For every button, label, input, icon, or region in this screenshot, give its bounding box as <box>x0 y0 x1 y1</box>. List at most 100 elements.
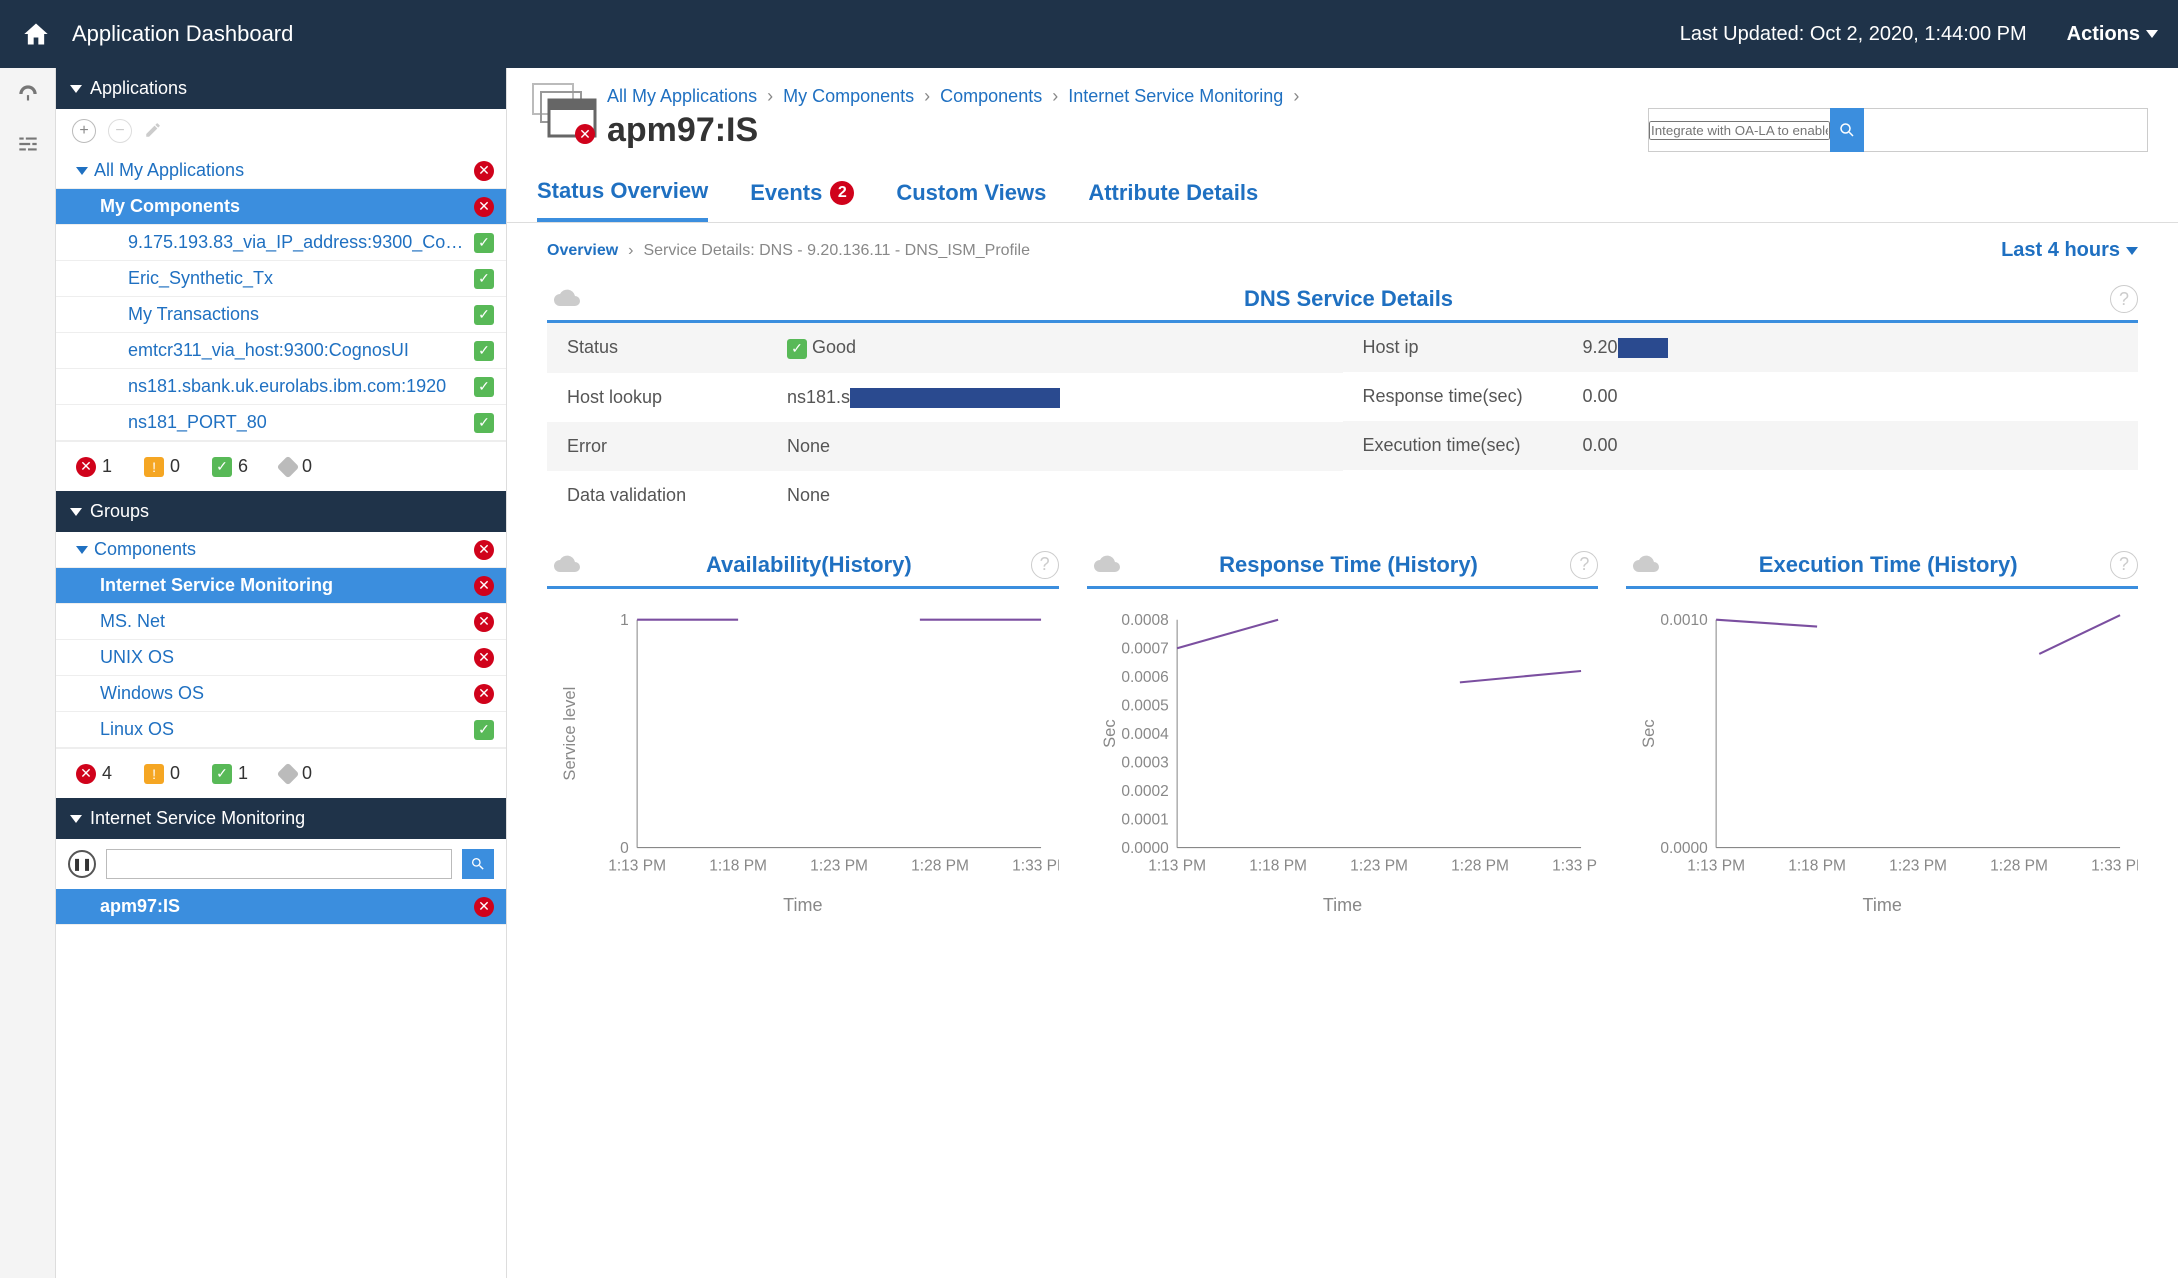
app-label: emtcr311_via_host:9300:CognosUI <box>128 340 409 361</box>
ism-label: Internet Service Monitoring <box>90 808 305 829</box>
sidebar-item-component[interactable]: MS. Net ✕ <box>56 604 506 640</box>
sidebar-item-app[interactable]: emtcr311_via_host:9300:CognosUI ✓ <box>56 333 506 369</box>
actions-menu[interactable]: Actions <box>2067 23 2158 46</box>
app-label: 9.175.193.83_via_IP_address:9300_Cog... <box>128 232 468 253</box>
actions-label: Actions <box>2067 23 2140 46</box>
svg-text:0.0002: 0.0002 <box>1121 783 1168 800</box>
dashboard-icon[interactable] <box>12 78 44 110</box>
ok-status-icon: ✓ <box>787 339 807 359</box>
breadcrumb-item[interactable]: My Components <box>783 86 914 107</box>
settings-sliders-icon[interactable] <box>12 128 44 160</box>
warn-status-icon: ! <box>144 764 164 784</box>
comp-status-summary: ✕4 !0 ✓1 0 <box>56 748 506 798</box>
sidebar-item-component[interactable]: UNIX OS ✕ <box>56 640 506 676</box>
remove-button[interactable]: − <box>108 119 132 143</box>
sidebar-item-app[interactable]: Eric_Synthetic_Tx ✓ <box>56 261 506 297</box>
sidebar-item-my-components[interactable]: My Components ✕ <box>56 189 506 225</box>
sidebar-item-app[interactable]: My Transactions ✓ <box>56 297 506 333</box>
kv-row: Execution time(sec) 0.00 <box>1343 421 2139 470</box>
overview-link[interactable]: Overview <box>547 242 618 260</box>
tab-custom-views[interactable]: Custom Views <box>896 170 1046 222</box>
err-count: 1 <box>102 456 112 477</box>
svg-text:1:33 PM: 1:33 PM <box>1552 857 1599 874</box>
sidebar-item-component[interactable]: Internet Service Monitoring ✕ <box>56 568 506 604</box>
error-status-icon: ✕ <box>474 897 494 917</box>
sidebar-section-groups[interactable]: Groups <box>56 491 506 532</box>
cloud-icon <box>1087 550 1127 580</box>
help-icon[interactable]: ? <box>1031 551 1059 579</box>
sidebar-item-components[interactable]: Components ✕ <box>56 532 506 568</box>
svg-text:1:13 PM: 1:13 PM <box>608 857 666 874</box>
page-header-title: Application Dashboard <box>72 21 293 47</box>
x-axis-label: Time <box>1626 889 2138 916</box>
log-search-input[interactable] <box>1649 121 1830 140</box>
ism-search-input[interactable] <box>106 849 452 879</box>
kv-key: Error <box>547 422 767 471</box>
availability-chart-panel: Availability(History) ? 011:13 PM1:18 PM… <box>547 544 1059 916</box>
svg-text:0.0008: 0.0008 <box>1121 612 1168 629</box>
add-button[interactable]: + <box>72 119 96 143</box>
search-button[interactable] <box>1830 108 1864 152</box>
sidebar-section-applications[interactable]: Applications <box>56 68 506 109</box>
tab-status-overview[interactable]: Status Overview <box>537 170 708 222</box>
svg-text:1:33 PM: 1:33 PM <box>1012 857 1059 874</box>
component-label: MS. Net <box>100 611 165 632</box>
svg-text:0.0010: 0.0010 <box>1661 612 1709 629</box>
unknown-status-icon <box>277 455 300 478</box>
ok-count: 6 <box>238 456 248 477</box>
ism-item-label: apm97:IS <box>100 896 180 917</box>
pause-button[interactable]: ❚❚ <box>68 850 96 878</box>
warn-count: 0 <box>170 763 180 784</box>
tab-events[interactable]: Events 2 <box>750 170 854 222</box>
err-count: 4 <box>102 763 112 784</box>
ok-status-icon: ✓ <box>474 341 494 361</box>
breadcrumb-item[interactable]: Internet Service Monitoring <box>1068 86 1283 107</box>
svg-text:0.0004: 0.0004 <box>1121 726 1169 743</box>
chevron-down-icon <box>2126 247 2138 255</box>
sidebar-item-all-my-applications[interactable]: All My Applications ✕ <box>56 153 506 189</box>
kv-value: 0.00 <box>1583 435 1618 455</box>
panel-title: Availability(History) <box>587 552 1031 578</box>
sidebar-item-component[interactable]: Linux OS ✓ <box>56 712 506 748</box>
error-status-icon: ✕ <box>76 764 96 784</box>
help-icon[interactable]: ? <box>2110 285 2138 313</box>
err-status-icon: ✕ <box>474 576 494 596</box>
svg-text:1:18 PM: 1:18 PM <box>709 857 767 874</box>
sidebar-item-app[interactable]: 9.175.193.83_via_IP_address:9300_Cog... … <box>56 225 506 261</box>
chevron-down-icon <box>70 85 82 93</box>
sidebar-section-ism[interactable]: Internet Service Monitoring <box>56 798 506 839</box>
chevron-down-icon <box>76 167 88 175</box>
svg-text:1:28 PM: 1:28 PM <box>1991 857 2049 874</box>
sidebar-item-app[interactable]: ns181_PORT_80 ✓ <box>56 405 506 441</box>
tab-label: Attribute Details <box>1088 180 1258 206</box>
response-time-chart-panel: Response Time (History) ? 0.00000.00010.… <box>1087 544 1599 916</box>
cloud-icon <box>1626 550 1666 580</box>
app-label: Eric_Synthetic_Tx <box>128 268 273 289</box>
help-icon[interactable]: ? <box>2110 551 2138 579</box>
components-label: Components <box>94 539 196 560</box>
sidebar-item-app[interactable]: ns181.sbank.uk.eurolabs.ibm.com:1920 ✓ <box>56 369 506 405</box>
err-status-icon: ✕ <box>474 684 494 704</box>
tab-label: Status Overview <box>537 178 708 204</box>
tab-attribute-details[interactable]: Attribute Details <box>1088 170 1258 222</box>
sidebar-item-component[interactable]: Windows OS ✕ <box>56 676 506 712</box>
help-icon[interactable]: ? <box>1570 551 1598 579</box>
kv-key: Data validation <box>547 471 767 520</box>
charts-row: Availability(History) ? 011:13 PM1:18 PM… <box>547 544 2138 916</box>
error-status-icon: ✕ <box>474 161 494 181</box>
edit-icon[interactable] <box>144 121 162 142</box>
breadcrumb-item[interactable]: All My Applications <box>607 86 757 107</box>
left-icon-rail <box>0 68 56 1278</box>
tab-label: Events <box>750 180 822 206</box>
unk-count: 0 <box>302 456 312 477</box>
kv-value: 0.00 <box>1583 386 1618 406</box>
svg-text:0.0001: 0.0001 <box>1121 811 1168 828</box>
kv-value: ns181.s <box>787 387 850 407</box>
search-button[interactable] <box>462 849 494 879</box>
sub-breadcrumb-row: Overview › Service Details: DNS - 9.20.1… <box>507 223 2178 278</box>
sidebar-item-apm97-is[interactable]: apm97:IS ✕ <box>56 889 506 925</box>
time-range-selector[interactable]: Last 4 hours <box>2001 239 2138 262</box>
breadcrumb-item[interactable]: Components <box>940 86 1042 107</box>
home-icon[interactable] <box>20 18 52 50</box>
component-label: UNIX OS <box>100 647 174 668</box>
